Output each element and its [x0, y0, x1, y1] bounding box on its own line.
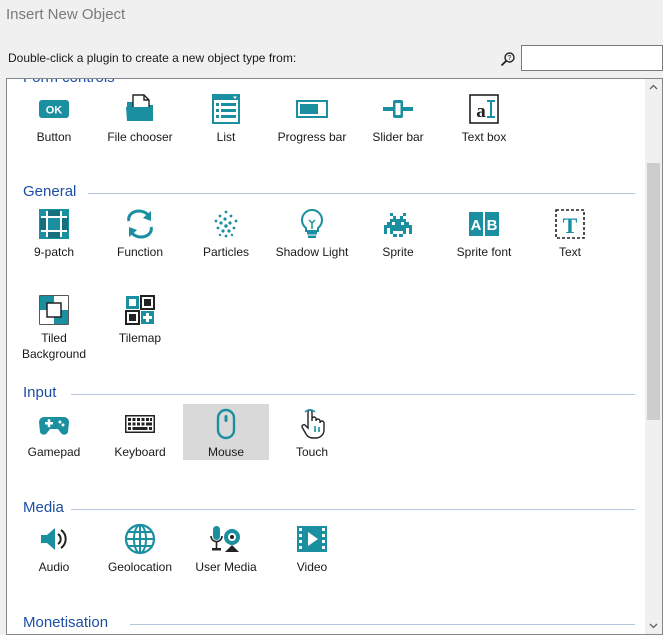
plugin-item-gamepad[interactable]: Gamepad: [11, 404, 97, 460]
plugin-item-nine-patch[interactable]: 9-patch: [11, 204, 97, 260]
list-icon: [212, 94, 240, 124]
plugin-label: Geolocation: [107, 560, 173, 574]
plugin-item-shadow-light[interactable]: Shadow Light: [269, 204, 355, 260]
slider-bar-icon: [383, 100, 413, 118]
chevron-down-icon: [649, 623, 658, 629]
svg-text:A: A: [471, 217, 482, 234]
text-icon: T: [555, 209, 585, 239]
category-header-general: General: [23, 183, 77, 200]
plugin-item-sprite-font[interactable]: A B Sprite font: [441, 204, 527, 260]
plugin-item-tiled-background[interactable]: Tiled Background: [11, 290, 97, 361]
plugin-item-video[interactable]: Video: [269, 519, 355, 575]
category-header-form-controls: Form controls: [23, 79, 115, 86]
plugin-label: Sprite font: [456, 245, 512, 259]
geolocation-icon: [124, 523, 156, 555]
category-divider: [87, 193, 635, 194]
plugin-item-button[interactable]: OK Button: [11, 89, 97, 145]
plugin-item-keyboard[interactable]: Keyboard: [97, 404, 183, 460]
dialog-title: Insert New Object: [6, 6, 126, 23]
category-divider: [129, 624, 635, 625]
category-divider: [71, 509, 635, 510]
shadow-light-icon: [301, 208, 323, 238]
plugin-label: Video: [296, 560, 328, 574]
plugin-item-tilemap[interactable]: Tilemap: [97, 290, 183, 346]
plugin-item-progress-bar[interactable]: Progress bar: [269, 89, 355, 145]
category-header-input: Input: [23, 384, 57, 401]
plugin-item-file-chooser[interactable]: File chooser: [97, 89, 183, 145]
plugin-label: Button: [36, 130, 72, 144]
category-divider: [71, 394, 635, 395]
file-chooser-icon: [126, 94, 153, 121]
plugin-item-touch[interactable]: Touch: [269, 404, 355, 460]
svg-text:?: ?: [508, 55, 512, 62]
plugin-label: Progress bar: [277, 130, 347, 144]
progress-bar-icon: [296, 100, 328, 118]
scroll-up-button[interactable]: [645, 79, 662, 96]
svg-text:T: T: [563, 213, 578, 238]
touch-icon: [301, 409, 325, 439]
plugin-label: 9-patch: [33, 245, 75, 259]
plugin-item-audio[interactable]: Audio: [11, 519, 97, 575]
keyboard-icon: [125, 415, 155, 433]
plugin-label: Touch: [295, 445, 329, 459]
plugin-label: Shadow Light: [275, 245, 349, 259]
scroll-down-button[interactable]: [645, 617, 662, 634]
object-list[interactable]: Form controls OK Button File chooser List Pro…: [6, 78, 663, 635]
category-header-monetisation: Monetisation: [23, 614, 109, 631]
plugin-item-text[interactable]: T Text: [527, 204, 613, 260]
plugin-label: Tilemap: [118, 331, 162, 345]
sprite-icon: [384, 213, 412, 237]
plugin-item-text-box[interactable]: a Text box: [441, 89, 527, 145]
text-box-icon: a: [469, 94, 499, 124]
chevron-up-icon: [649, 84, 658, 90]
plugin-item-user-media[interactable]: User Media: [183, 519, 269, 575]
user-media-icon: [210, 526, 240, 552]
gamepad-icon: [39, 417, 69, 435]
video-icon: [297, 526, 327, 552]
plugin-label: User Media: [195, 560, 257, 574]
plugin-label: Gamepad: [27, 445, 81, 459]
plugin-item-geolocation[interactable]: Geolocation: [97, 519, 183, 575]
plugin-label: Text box: [461, 130, 507, 144]
tiled-background-icon: [39, 295, 69, 325]
plugin-label: Sprite: [382, 245, 414, 259]
svg-text:a: a: [476, 101, 486, 122]
plugin-label: Mouse: [207, 445, 245, 459]
plugin-item-mouse[interactable]: Mouse: [183, 404, 269, 460]
particles-icon: [214, 210, 238, 238]
plugin-label: List: [216, 130, 236, 144]
plugin-label: Slider bar: [372, 130, 424, 144]
sprite-font-icon: AB: [469, 212, 499, 236]
plugin-item-list[interactable]: List: [183, 89, 269, 145]
plugin-item-function[interactable]: Function: [97, 204, 183, 260]
button-icon: OK: [39, 100, 69, 118]
plugin-label: Function: [116, 245, 164, 259]
scrollbar-thumb[interactable]: [647, 163, 660, 420]
plugin-item-slider-bar[interactable]: Slider bar: [355, 89, 441, 145]
audio-icon: [41, 528, 67, 550]
plugin-label: Text: [558, 245, 581, 259]
plugin-label: Audio: [38, 560, 70, 574]
tilemap-icon: [125, 295, 155, 325]
mouse-icon: [216, 408, 236, 440]
svg-text:OK: OK: [46, 105, 63, 117]
plugin-label: Tiled Background: [21, 331, 87, 361]
search-icon: ?: [500, 52, 515, 67]
plugin-item-particles[interactable]: Particles: [183, 204, 269, 260]
svg-text:B: B: [487, 217, 498, 234]
search-input[interactable]: [521, 45, 663, 71]
plugin-label: Keyboard: [114, 445, 166, 459]
instruction-text: Double-click a plugin to create a new ob…: [8, 51, 297, 65]
nine-patch-icon: [39, 209, 69, 239]
plugin-label: Particles: [202, 245, 249, 259]
plugin-label: File chooser: [107, 130, 173, 144]
function-icon: [127, 209, 153, 239]
category-header-media: Media: [23, 499, 64, 516]
vertical-scrollbar[interactable]: [645, 79, 662, 634]
plugin-item-sprite[interactable]: Sprite: [355, 204, 441, 260]
